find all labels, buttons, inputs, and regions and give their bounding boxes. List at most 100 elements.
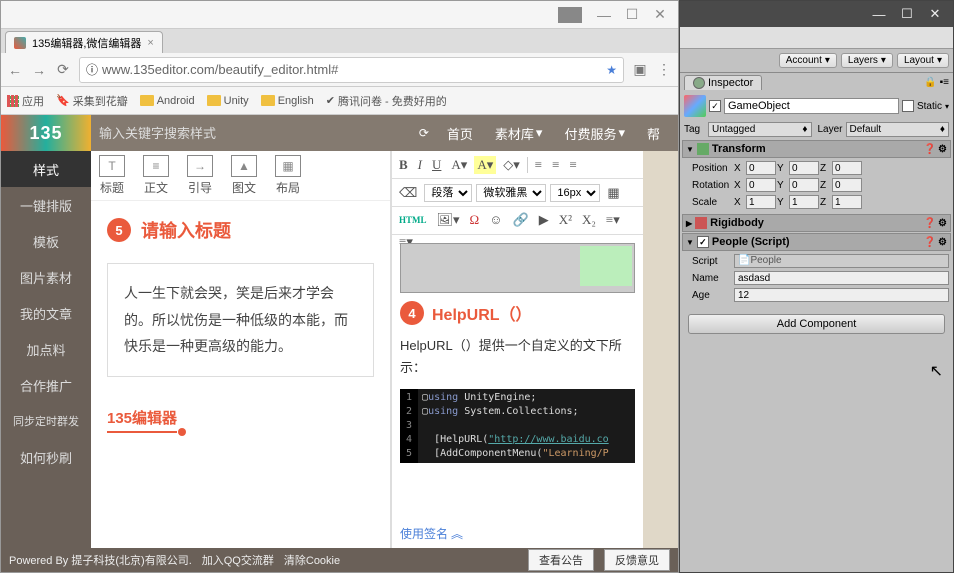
pos-x[interactable] xyxy=(746,161,776,175)
refresh-icon[interactable]: ⟳ xyxy=(419,126,429,140)
eraser-icon[interactable]: ⌫ xyxy=(396,184,420,202)
announce-button[interactable]: 查看公告 xyxy=(528,549,594,571)
profile-icon[interactable] xyxy=(558,7,582,23)
inspector-tab[interactable]: Inspector xyxy=(684,75,762,90)
tool-layout[interactable]: ▦布局 xyxy=(275,155,301,196)
close-button[interactable]: ✕ xyxy=(921,5,949,23)
tool-body[interactable]: ≡正文 xyxy=(143,155,169,196)
gear-icon[interactable]: ⚙ xyxy=(938,237,947,248)
add-component-button[interactable]: Add Component xyxy=(688,314,945,334)
omega-icon[interactable]: Ω xyxy=(467,211,483,229)
foldout-icon[interactable]: ▶ xyxy=(686,219,692,228)
maximize-button[interactable]: ☐ xyxy=(618,5,646,25)
emoji-icon[interactable]: ☺ xyxy=(486,211,505,229)
clear-button[interactable]: ◇▾ xyxy=(500,156,523,174)
font-select[interactable]: 微软雅黑 xyxy=(476,184,546,202)
foldout-icon[interactable]: ▼ xyxy=(686,238,694,247)
editor-canvas[interactable]: 4 HelpURL（） HelpURL（）提供一个自定义的文下所示： 12345… xyxy=(392,235,643,519)
cast-icon[interactable]: ▣ xyxy=(632,62,648,78)
pos-z[interactable] xyxy=(832,161,862,175)
rail-images[interactable]: 图片素材 xyxy=(1,259,91,295)
rigidbody-header[interactable]: ▶ Rigidbody ❓⚙ xyxy=(682,214,951,232)
minimize-button[interactable]: — xyxy=(865,5,893,23)
sup-icon[interactable]: X² xyxy=(556,211,575,229)
qq-link[interactable]: 加入QQ交流群 xyxy=(202,552,274,568)
highlight-button[interactable]: A▾ xyxy=(474,156,496,174)
image-icon[interactable]: 🖼▾ xyxy=(434,211,463,229)
use-signature-link[interactable]: 使用签名 ︽ xyxy=(392,519,643,548)
tab-close-icon[interactable]: × xyxy=(147,37,153,49)
tool-image[interactable]: ▲图文 xyxy=(231,155,257,196)
sub-icon[interactable]: X₂ xyxy=(579,211,599,229)
name-input[interactable] xyxy=(734,271,949,285)
gear-icon[interactable]: ⚙ xyxy=(938,218,947,229)
rot-z[interactable] xyxy=(832,178,862,192)
maximize-button[interactable]: ☐ xyxy=(893,5,921,23)
rail-layout[interactable]: 一键排版 xyxy=(1,187,91,223)
bookmark-item[interactable]: ✔ 腾讯问卷 - 免费好用的 xyxy=(326,93,447,109)
align-center-icon[interactable]: ≡ xyxy=(549,156,562,174)
italic-button[interactable]: I xyxy=(415,156,425,174)
help-icon[interactable]: ❓ xyxy=(924,144,936,155)
underline-button[interactable]: U xyxy=(429,156,444,174)
gear-icon[interactable]: ⚙ xyxy=(938,144,947,155)
ol-icon[interactable]: ≡▾ xyxy=(603,211,623,229)
scale-y[interactable] xyxy=(789,195,819,209)
url-input[interactable] xyxy=(102,62,602,77)
url-box[interactable]: ⓘ ★ xyxy=(79,57,624,83)
style-card-quote[interactable]: 人一生下就会哭，笑是后来才学会的。所以忧伤是一种低级的本能，而快乐是一种更高级的… xyxy=(107,263,374,377)
tab-help[interactable]: 帮 xyxy=(637,124,670,143)
layout-dropdown[interactable]: Layout ▾ xyxy=(897,53,949,68)
bookmark-item[interactable]: 🔖 采集到花瓣 xyxy=(56,93,128,109)
age-input[interactable] xyxy=(734,288,949,302)
rail-template[interactable]: 模板 xyxy=(1,223,91,259)
align-right-icon[interactable]: ≡ xyxy=(566,156,579,174)
bookmark-star-icon[interactable]: ★ xyxy=(606,63,617,77)
bookmark-folder[interactable]: Android xyxy=(140,95,195,107)
lock-icon[interactable]: 🔒 ▪≡ xyxy=(924,77,949,88)
help-icon[interactable]: ❓ xyxy=(924,218,936,229)
style-card-signature[interactable]: 135编辑器 xyxy=(107,407,177,433)
tab-library[interactable]: 素材库▾ xyxy=(485,124,553,143)
feedback-button[interactable]: 反馈意见 xyxy=(604,549,670,571)
bookmark-folder[interactable]: Unity xyxy=(207,95,249,107)
script-field[interactable]: 📄People xyxy=(734,254,949,268)
rail-articles[interactable]: 我的文章 xyxy=(1,295,91,331)
layers-dropdown[interactable]: Layers ▾ xyxy=(841,53,893,68)
help-icon[interactable]: ❓ xyxy=(924,237,936,248)
video-icon[interactable]: ▶ xyxy=(536,211,552,229)
info-icon[interactable]: ⓘ xyxy=(86,61,98,78)
apps-shortcut[interactable]: 应用 xyxy=(7,93,44,109)
menu-icon[interactable]: ⋮ xyxy=(656,62,672,78)
static-dropdown-icon[interactable]: ▾ xyxy=(945,102,949,111)
bold-button[interactable]: B xyxy=(396,156,411,174)
html-button[interactable]: HTML xyxy=(396,214,430,226)
tool-guide[interactable]: →引导 xyxy=(187,155,213,196)
style-card-title[interactable]: 5 请输入标题 xyxy=(107,217,374,243)
fontcolor-button[interactable]: A▾ xyxy=(448,156,470,174)
forward-button[interactable]: → xyxy=(31,62,47,78)
foldout-icon[interactable]: ▼ xyxy=(686,145,694,154)
active-checkbox[interactable]: ✓ xyxy=(709,100,721,112)
gameobject-name-input[interactable] xyxy=(724,98,899,114)
para-select[interactable]: 段落 xyxy=(424,184,472,202)
people-header[interactable]: ▼ ✓ People (Script) ❓⚙ xyxy=(682,233,951,251)
close-button[interactable]: ✕ xyxy=(646,5,674,25)
tool-title[interactable]: T标题 xyxy=(99,155,125,196)
tab-home[interactable]: 首页 xyxy=(437,124,483,143)
transform-header[interactable]: ▼ Transform ❓⚙ xyxy=(682,140,951,158)
tag-dropdown[interactable]: Untagged♦ xyxy=(708,122,812,137)
scale-x[interactable] xyxy=(746,195,776,209)
rot-x[interactable] xyxy=(746,178,776,192)
rail-howto[interactable]: 如何秒刷 xyxy=(1,439,91,475)
back-button[interactable]: ← xyxy=(7,62,23,78)
link-icon[interactable]: 🔗 xyxy=(510,211,532,229)
enabled-checkbox[interactable]: ✓ xyxy=(697,236,709,248)
rail-partner[interactable]: 合作推广 xyxy=(1,367,91,403)
style-search-input[interactable] xyxy=(99,126,411,141)
align-left-icon[interactable]: ≡ xyxy=(532,156,545,174)
tab-paid[interactable]: 付费服务▾ xyxy=(554,124,635,143)
clear-cookie-link[interactable]: 清除Cookie xyxy=(284,552,340,568)
layer-dropdown[interactable]: Default♦ xyxy=(846,122,950,137)
reload-button[interactable]: ⟳ xyxy=(55,62,71,78)
